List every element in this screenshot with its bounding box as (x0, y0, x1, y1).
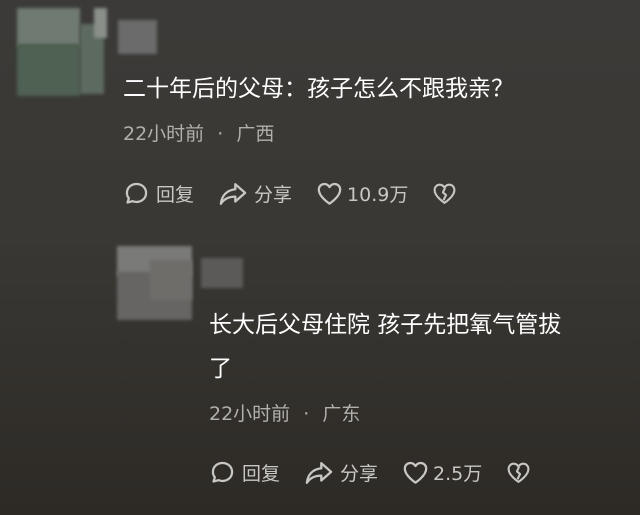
comment-bubble-icon (211, 461, 234, 483)
comment-meta: 22小时前 · 广西 (123, 119, 274, 146)
like-button[interactable]: 10.9万 (316, 180, 408, 207)
heart-icon (403, 461, 428, 484)
share-arrow-icon (305, 461, 333, 484)
like-count: 2.5万 (433, 463, 483, 485)
comment-bubble-icon (125, 182, 148, 204)
comment-meta: 22小时前 · 广东 (209, 399, 360, 426)
share-label: 分享 (340, 463, 379, 485)
avatar-blur-block (17, 44, 80, 96)
broken-heart-icon (507, 462, 530, 483)
avatar-blur-block (17, 8, 80, 46)
share-button[interactable]: 分享 (304, 459, 378, 486)
comment-actions: 回复 分享 10.9万 (123, 180, 457, 207)
comment-time: 22小时前 (209, 403, 291, 425)
username-blurred[interactable] (118, 20, 157, 54)
dislike-button[interactable] (432, 182, 457, 205)
dislike-button[interactable] (506, 461, 531, 484)
username-blurred[interactable] (201, 258, 243, 288)
meta-separator: · (217, 123, 224, 145)
comment-text-line-1: 长大后父母住院 孩子先把氧气管拔 (209, 312, 562, 338)
share-label: 分享 (254, 184, 293, 206)
comment-region: 广西 (236, 123, 275, 145)
meta-separator: · (303, 403, 310, 425)
avatar-blur-block (150, 260, 192, 300)
broken-heart-icon (433, 183, 456, 204)
share-button[interactable]: 分享 (218, 180, 292, 207)
heart-icon (317, 182, 342, 205)
comment-text: 二十年后的父母：孩子怎么不跟我亲？ (123, 76, 514, 102)
comment-time: 22小时前 (123, 123, 205, 145)
avatar-blur-block (94, 8, 107, 38)
reply-label: 回复 (156, 184, 195, 206)
like-button[interactable]: 2.5万 (402, 459, 482, 486)
reply-button[interactable]: 回复 (209, 459, 280, 486)
comment-text-line-2: 了 (209, 356, 232, 382)
reply-label: 回复 (242, 463, 281, 485)
like-count: 10.9万 (347, 184, 409, 206)
comment-actions: 回复 分享 2.5万 (209, 459, 531, 486)
share-arrow-icon (219, 182, 247, 205)
comment-region: 广东 (322, 403, 361, 425)
reply-button[interactable]: 回复 (123, 180, 194, 207)
